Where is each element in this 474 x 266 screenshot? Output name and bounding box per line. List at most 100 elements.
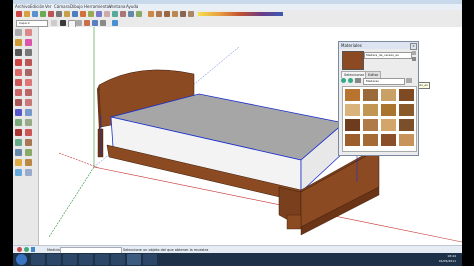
layer-manager-icon[interactable] bbox=[51, 20, 57, 26]
details-icon[interactable] bbox=[406, 78, 412, 83]
taskbar-media-icon[interactable] bbox=[63, 254, 77, 265]
material-swatch[interactable] bbox=[363, 134, 378, 146]
taskbar-explorer-icon[interactable] bbox=[47, 254, 61, 265]
palette-polygon-icon[interactable] bbox=[15, 69, 22, 76]
push-pull-icon[interactable] bbox=[64, 11, 70, 17]
material-swatch[interactable] bbox=[363, 89, 378, 101]
palette-freehand-icon[interactable] bbox=[25, 69, 32, 76]
material-swatch[interactable] bbox=[345, 134, 360, 146]
zoom-extents-icon[interactable] bbox=[136, 11, 142, 17]
palette-position-camera-icon[interactable] bbox=[25, 169, 32, 176]
palette-move-icon[interactable] bbox=[15, 79, 22, 86]
select-tool-icon[interactable] bbox=[16, 11, 22, 17]
view-right-icon[interactable] bbox=[172, 11, 178, 17]
default-material-icon[interactable] bbox=[412, 57, 416, 61]
palette-rectangle-icon[interactable] bbox=[15, 49, 22, 56]
palette-zoom-icon[interactable] bbox=[15, 149, 22, 156]
material-swatch[interactable] bbox=[363, 119, 378, 131]
rectangle-tool-icon[interactable] bbox=[56, 11, 62, 17]
taskbar-sketchup-icon[interactable] bbox=[127, 254, 141, 265]
palette-axes-icon[interactable] bbox=[15, 129, 22, 136]
taskbar-recorder-icon[interactable] bbox=[143, 254, 157, 265]
view-back-icon[interactable] bbox=[180, 11, 186, 17]
palette-tape-icon[interactable] bbox=[15, 109, 22, 116]
shaded-style-icon[interactable] bbox=[84, 20, 90, 26]
material-swatch[interactable] bbox=[399, 89, 414, 101]
taskbar-browser-icon[interactable] bbox=[95, 254, 109, 265]
taskbar-ie-icon[interactable] bbox=[31, 254, 45, 265]
orbit-tool-icon[interactable] bbox=[112, 11, 118, 17]
palette-lookaround-icon[interactable] bbox=[25, 159, 32, 166]
text-tool-icon[interactable] bbox=[104, 11, 110, 17]
material-swatch[interactable] bbox=[381, 104, 396, 116]
palette-walk-icon[interactable] bbox=[15, 159, 22, 166]
tab-edit[interactable]: Editar bbox=[365, 71, 382, 78]
palette-circle-icon[interactable] bbox=[15, 59, 22, 66]
credits-icon[interactable] bbox=[24, 247, 29, 252]
create-material-icon[interactable] bbox=[412, 51, 416, 55]
material-swatch[interactable] bbox=[363, 104, 378, 116]
collection-dropdown[interactable]: Maderas bbox=[363, 78, 405, 85]
section-plane-icon[interactable] bbox=[112, 20, 118, 26]
material-swatch[interactable] bbox=[345, 89, 360, 101]
material-name-field[interactable]: Madera_de_cerezo_en bbox=[364, 52, 412, 59]
material-swatch[interactable] bbox=[399, 134, 414, 146]
palette-offset-icon[interactable] bbox=[25, 99, 32, 106]
view-iso-icon[interactable] bbox=[148, 11, 154, 17]
palette-protractor-icon[interactable] bbox=[15, 119, 22, 126]
move-tool-icon[interactable] bbox=[72, 11, 78, 17]
hidden-line-style-icon[interactable] bbox=[76, 20, 82, 26]
palette-3dtext-icon[interactable] bbox=[25, 129, 32, 136]
textured-style-icon[interactable] bbox=[92, 20, 98, 26]
home-icon[interactable] bbox=[355, 78, 361, 83]
view-top-icon[interactable] bbox=[156, 11, 162, 17]
palette-component-icon[interactable] bbox=[25, 29, 32, 36]
tape-measure-icon[interactable] bbox=[96, 11, 102, 17]
start-button-icon[interactable] bbox=[16, 254, 27, 265]
material-swatch[interactable] bbox=[381, 119, 396, 131]
rotate-tool-icon[interactable] bbox=[80, 11, 86, 17]
palette-pan-icon[interactable] bbox=[25, 139, 32, 146]
back-arrow-icon[interactable] bbox=[341, 78, 346, 83]
material-swatch[interactable] bbox=[345, 104, 360, 116]
offset-tool-icon[interactable] bbox=[88, 11, 94, 17]
taskbar-folder-icon[interactable] bbox=[111, 254, 125, 265]
close-icon[interactable]: ✕ bbox=[410, 43, 417, 50]
paint-bucket-icon[interactable] bbox=[32, 11, 38, 17]
material-swatch[interactable] bbox=[345, 119, 360, 131]
monochrome-style-icon[interactable] bbox=[100, 20, 106, 26]
palette-orbit-icon[interactable] bbox=[15, 139, 22, 146]
arc-tool-icon[interactable] bbox=[48, 11, 54, 17]
material-swatch[interactable] bbox=[381, 134, 396, 146]
material-swatch[interactable] bbox=[399, 104, 414, 116]
palette-followme-icon[interactable] bbox=[25, 89, 32, 96]
xray-style-icon[interactable] bbox=[60, 20, 66, 26]
forward-arrow-icon[interactable] bbox=[348, 78, 353, 83]
geolocation-icon[interactable] bbox=[17, 247, 22, 252]
palette-section-icon[interactable] bbox=[15, 169, 22, 176]
help-icon[interactable] bbox=[31, 247, 35, 252]
layer-dropdown[interactable]: Capa 0 bbox=[16, 20, 48, 27]
palette-scale-icon[interactable] bbox=[15, 99, 22, 106]
palette-pushpull-icon[interactable] bbox=[25, 79, 32, 86]
system-clock[interactable]: 18:44 01/05/2011 bbox=[439, 254, 456, 264]
palette-arc-icon[interactable] bbox=[25, 59, 32, 66]
material-swatch[interactable] bbox=[399, 119, 414, 131]
material-swatch[interactable] bbox=[381, 89, 396, 101]
palette-eraser-icon[interactable] bbox=[25, 39, 32, 46]
zoom-tool-icon[interactable] bbox=[128, 11, 134, 17]
view-left-icon[interactable] bbox=[188, 11, 194, 17]
pan-tool-icon[interactable] bbox=[120, 11, 126, 17]
palette-text-icon[interactable] bbox=[25, 119, 32, 126]
tab-select[interactable]: Seleccionar bbox=[341, 71, 368, 78]
line-tool-icon[interactable] bbox=[40, 11, 46, 17]
taskbar-app-icon[interactable] bbox=[79, 254, 93, 265]
palette-dimension-icon[interactable] bbox=[25, 109, 32, 116]
eraser-tool-icon[interactable] bbox=[24, 11, 30, 17]
palette-rotate-icon[interactable] bbox=[15, 89, 22, 96]
palette-line-icon[interactable] bbox=[25, 49, 32, 56]
palette-select-icon[interactable] bbox=[15, 29, 22, 36]
palette-paint-icon[interactable] bbox=[15, 39, 22, 46]
view-front-icon[interactable] bbox=[164, 11, 170, 17]
palette-zoom-window-icon[interactable] bbox=[25, 149, 32, 156]
